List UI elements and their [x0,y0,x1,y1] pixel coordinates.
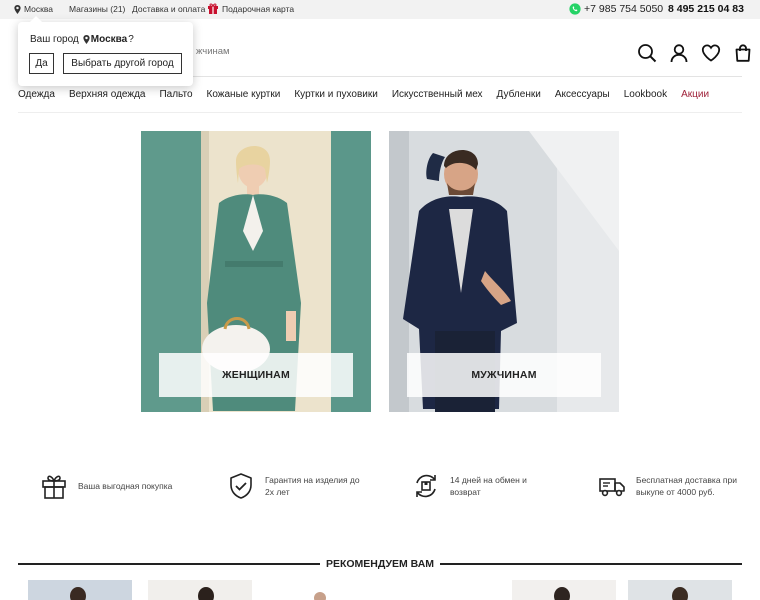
nav-item-faux-fur[interactable]: Искусственный мех [392,89,483,100]
heart-icon[interactable] [701,43,721,63]
city-selector[interactable]: Москва [14,4,53,14]
product-image [314,592,326,600]
stores-link[interactable]: Магазины (21) [69,4,125,14]
location-pin-icon [14,4,21,14]
women-banner-label[interactable]: ЖЕНЩИНАМ [159,353,353,397]
nav-item-leather-jackets[interactable]: Кожаные куртки [207,89,281,100]
gift-card-link[interactable]: Подарочная карта [207,3,295,14]
women-banner[interactable]: ЖЕНЩИНАМ [141,131,371,412]
stores-label: Магазины (21) [69,4,126,14]
product-image [554,587,570,600]
feature-benefit: Ваша выгодная покупка [40,472,172,500]
location-pin-icon [83,35,90,44]
phone-main-label: 8 495 215 04 83 [668,3,744,15]
product-image [70,587,86,600]
feature-delivery-text: Бесплатная доставка при выкупе от 4000 ру… [636,475,737,497]
city-question-city: Москва [90,34,128,45]
delivery-label: Доставка и оплата [132,4,206,14]
whatsapp-phone[interactable]: +7 985 754 5050 [569,2,664,15]
feature-warranty: Гарантия на изделия до 2х лет [227,472,360,500]
city-question-prefix: Ваш город [30,34,79,45]
phone-mobile: +7 985 754 5050 [584,3,664,15]
nav-divider [18,112,742,113]
feature-warranty-text: Гарантия на изделия до 2х лет [265,475,360,497]
feature-exchange-text: 14 дней на обмен и возврат [450,475,527,497]
bag-icon[interactable] [733,43,753,63]
phone-main[interactable]: 8 495 215 04 83 [668,3,744,15]
product-image [198,587,214,600]
nav-item-jackets-downs[interactable]: Куртки и пуховики [294,89,377,100]
header-actions [637,43,753,63]
city-confirm-popup: Ваш город Москва ? Да Выбрать другой гор… [18,16,193,86]
whatsapp-icon [569,2,581,15]
product-image [672,587,688,600]
top-bar: Москва Магазины (21) Доставка и оплата П… [0,0,760,19]
confirm-city-button[interactable]: Да [29,53,54,74]
choose-other-city-button[interactable]: Выбрать другой город [63,53,182,74]
search-icon[interactable] [637,43,657,63]
nav-item-sheepskin[interactable]: Дубленки [497,89,541,100]
exchange-icon [416,474,436,498]
nav-item-coats[interactable]: Пальто [159,89,192,100]
gift-card-label: Подарочная карта [222,4,295,14]
men-banner-label[interactable]: МУЖЧИНАМ [407,353,601,397]
nav-item-lookbook[interactable]: Lookbook [624,89,667,100]
delivery-link[interactable]: Доставка и оплата [132,4,205,14]
feature-exchange: 14 дней на обмен и возврат [412,472,527,500]
feature-benefit-text: Ваша выгодная покупка [78,481,173,491]
truck-icon [599,478,625,497]
gift-icon [208,3,218,14]
nav-item-accessories[interactable]: Аксессуары [555,89,610,100]
city-label: Москва [24,4,54,14]
header-partial-text[interactable]: жчинам [196,46,230,57]
nav-item-clothing[interactable]: Одежда [18,89,55,100]
gift-icon [42,475,66,499]
city-question: Ваш город Москва ? [30,34,134,45]
shield-check-icon [230,473,252,499]
product-card[interactable] [512,580,616,600]
product-card[interactable] [148,580,252,600]
user-icon[interactable] [669,43,689,63]
men-banner[interactable]: МУЖЧИНАМ [389,131,619,412]
product-card[interactable] [628,580,732,600]
nav-item-outerwear[interactable]: Верхняя одежда [69,89,146,100]
recommend-divider-right [440,563,742,565]
product-card[interactable] [28,580,132,600]
product-card[interactable] [268,580,372,600]
main-nav: Одежда Верхняя одежда Пальто Кожаные кур… [18,89,723,100]
city-question-suffix: ? [128,34,134,45]
feature-delivery: Бесплатная доставка при выкупе от 4000 ру… [598,472,737,500]
nav-item-sale[interactable]: Акции [681,89,709,100]
